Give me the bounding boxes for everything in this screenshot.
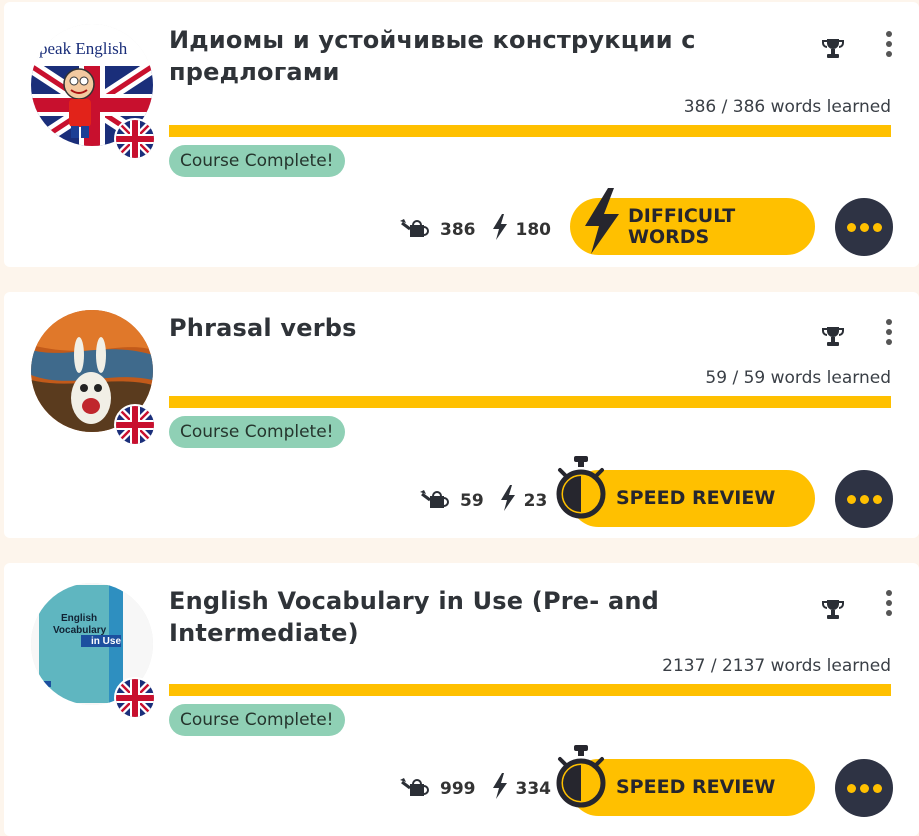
lightning-icon [500, 485, 516, 516]
dot [859, 783, 869, 793]
lightning-icon [492, 214, 508, 245]
uk-flag-icon [114, 118, 156, 160]
course-stats: 999 334 [400, 773, 551, 804]
course-card: Phrasal verbs 59 / 59 words learned Cour… [4, 292, 919, 538]
speed-review-button[interactable]: SPEED REVIEW [556, 745, 815, 816]
speed-count: 334 [515, 778, 552, 799]
progress-bar [169, 125, 891, 137]
watered-count: 59 [460, 490, 484, 511]
dot [846, 222, 856, 232]
words-learned-text: 386 / 386 words learned [683, 97, 891, 117]
lightning-bolt-icon [582, 186, 622, 260]
watered-stat: 999 [400, 774, 476, 803]
dot [859, 222, 869, 232]
watered-count: 386 [440, 219, 476, 240]
kebab-menu-icon[interactable] [885, 30, 893, 62]
watering-can-icon [420, 486, 452, 515]
course-title[interactable]: English Vocabulary in Use (Pre- and Inte… [169, 585, 729, 649]
trophy-icon[interactable] [821, 36, 845, 64]
progress-bar [169, 684, 891, 696]
speed-review-button[interactable]: SPEED REVIEW [556, 456, 815, 527]
trophy-icon[interactable] [821, 324, 845, 352]
dot [872, 494, 882, 504]
dot [859, 494, 869, 504]
watering-can-icon [400, 215, 432, 244]
progress-bar-fill [169, 125, 891, 137]
speed-stat: 180 [492, 214, 552, 245]
course-title[interactable]: Phrasal verbs [169, 312, 729, 344]
dot [872, 222, 882, 232]
kebab-menu-icon[interactable] [885, 318, 893, 350]
course-card: English Vocabulary in Use English Vocabu… [4, 563, 919, 836]
action-label: DIFFICULT WORDS [628, 205, 736, 248]
course-stats: 59 23 [420, 485, 547, 516]
progress-bar-fill [169, 684, 891, 696]
uk-flag-icon [114, 404, 156, 446]
more-options-button[interactable] [835, 198, 893, 256]
stopwatch-icon [556, 743, 606, 819]
speed-count: 180 [515, 219, 552, 240]
status-badge: Course Complete! [169, 145, 345, 177]
progress-bar [169, 396, 891, 408]
lightning-icon [492, 773, 508, 804]
trophy-icon[interactable] [821, 597, 845, 625]
action-label: SPEED REVIEW [616, 776, 776, 798]
watered-stat: 59 [420, 486, 484, 515]
course-card: peak English Идиомы и устойчивые констру… [4, 2, 919, 267]
status-badge: Course Complete! [169, 704, 345, 736]
speed-stat: 23 [500, 485, 548, 516]
uk-flag-icon [114, 677, 156, 719]
words-learned-text: 59 / 59 words learned [705, 368, 891, 388]
difficult-words-button[interactable]: DIFFICULT WORDS [570, 188, 815, 255]
kebab-menu-icon[interactable] [885, 589, 893, 621]
thumbnail-text: peak English [39, 39, 128, 58]
dot [872, 783, 882, 793]
words-learned-text: 2137 / 2137 words learned [662, 656, 891, 676]
thumbnail-text-line1: English [61, 613, 97, 624]
course-stats: 386 180 [400, 214, 551, 245]
more-options-button[interactable] [835, 759, 893, 817]
watered-stat: 386 [400, 215, 476, 244]
watered-count: 999 [440, 778, 476, 799]
thumbnail-text-line2: Vocabulary [53, 625, 107, 636]
speed-stat: 334 [492, 773, 552, 804]
progress-bar-fill [169, 396, 891, 408]
watering-can-icon [400, 774, 432, 803]
dot [846, 494, 856, 504]
speed-count: 23 [523, 490, 548, 511]
action-label: SPEED REVIEW [616, 487, 776, 509]
status-badge: Course Complete! [169, 416, 345, 448]
dot [846, 783, 856, 793]
stopwatch-icon [556, 454, 606, 530]
more-options-button[interactable] [835, 470, 893, 528]
thumbnail-text-line3: in Use [91, 636, 121, 647]
course-title[interactable]: Идиомы и устойчивые конструкции с предло… [169, 24, 729, 88]
